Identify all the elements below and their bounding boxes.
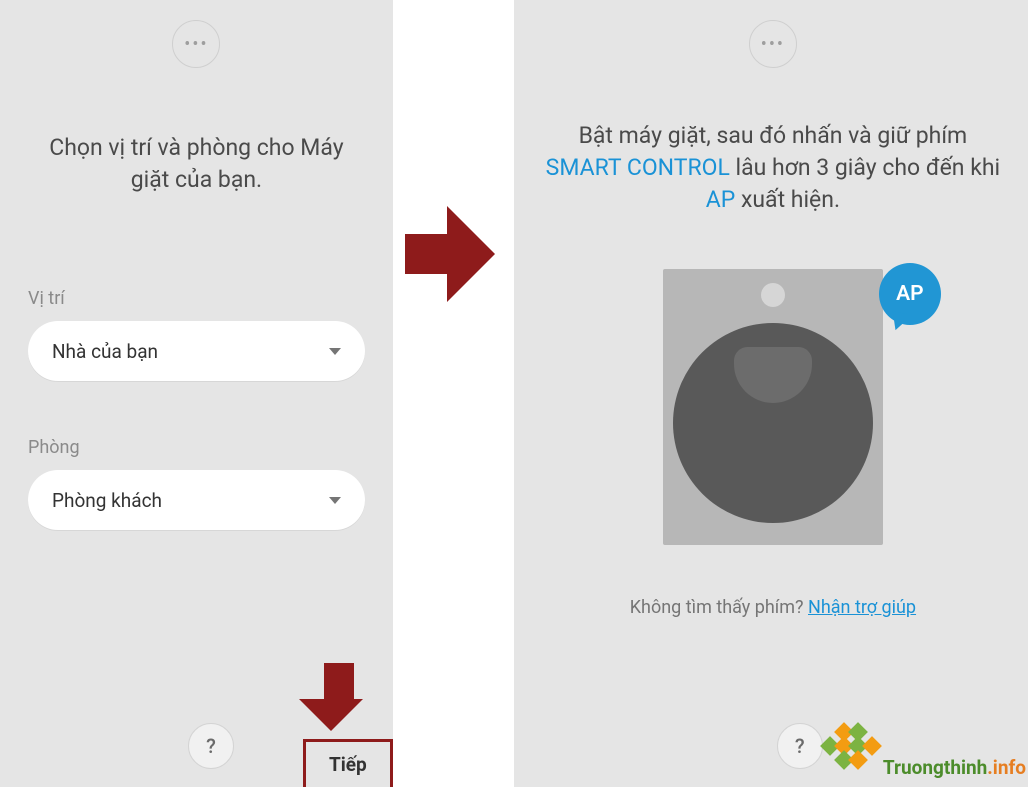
ap-highlight: AP xyxy=(706,186,736,213)
more-menu-button[interactable]: ••• xyxy=(749,20,797,68)
help-button[interactable]: ? xyxy=(777,723,823,769)
more-icon: ••• xyxy=(761,34,785,55)
ap-badge-text: AP xyxy=(896,282,924,306)
location-select[interactable]: Nhà của bạn xyxy=(28,321,365,381)
location-label: Vị trí xyxy=(28,288,365,309)
more-menu-button[interactable]: ••• xyxy=(172,20,220,68)
room-label: Phòng xyxy=(28,437,365,458)
next-label: Tiếp xyxy=(329,753,367,776)
chevron-down-icon xyxy=(329,348,341,355)
brand-name-2: .info xyxy=(987,756,1026,779)
brand-name-1: Truongthinh xyxy=(883,756,987,779)
instruction-title: Bật máy giặt, sau đó nhấn và giữ phím SM… xyxy=(514,120,1032,217)
title-text: Bật máy giặt, sau đó nhấn và giữ phím xyxy=(579,122,968,149)
help-button[interactable]: ? xyxy=(188,723,234,769)
washer-drum-icon xyxy=(673,323,873,523)
brand-logo-icon xyxy=(819,725,879,779)
question-icon: ? xyxy=(206,734,216,758)
washer-door-icon xyxy=(734,347,812,403)
right-edge xyxy=(1028,0,1032,787)
ap-badge: AP xyxy=(879,263,941,325)
next-button[interactable]: Tiếp xyxy=(303,739,393,787)
smart-control-highlight: SMART CONTROL xyxy=(546,154,730,181)
title-text: xuất hiện. xyxy=(735,186,840,213)
location-value: Nhà của bạn xyxy=(52,340,158,363)
help-link[interactable]: Nhận trợ giúp xyxy=(808,597,916,618)
washer-top-icon xyxy=(761,283,785,307)
screen-select-location: ••• Chọn vị trí và phòng cho Máy giặt củ… xyxy=(0,0,393,787)
help-line: Không tìm thấy phím? Nhận trợ giúp xyxy=(514,597,1032,618)
screen-smart-control: ••• Bật máy giặt, sau đó nhấn và giữ phí… xyxy=(514,0,1032,787)
washer-illustration: AP xyxy=(663,269,883,545)
room-select[interactable]: Phòng khách xyxy=(28,470,365,530)
arrow-down-icon xyxy=(316,663,363,731)
page-title: Chọn vị trí và phòng cho Máy giặt của bạ… xyxy=(0,132,393,196)
room-value: Phòng khách xyxy=(52,489,162,512)
title-text: lâu hơn 3 giây cho đến khi xyxy=(730,154,1000,181)
more-icon: ••• xyxy=(184,34,208,55)
brand-text: Truongthinh.info xyxy=(883,756,1026,779)
help-text: Không tìm thấy phím? xyxy=(630,597,808,618)
panel-gap xyxy=(393,0,514,787)
brand-watermark: Truongthinh.info xyxy=(819,725,1026,779)
room-field: Phòng Phòng khách xyxy=(0,437,393,530)
chevron-down-icon xyxy=(329,497,341,504)
question-icon: ? xyxy=(795,734,805,758)
location-field: Vị trí Nhà của bạn xyxy=(0,288,393,381)
